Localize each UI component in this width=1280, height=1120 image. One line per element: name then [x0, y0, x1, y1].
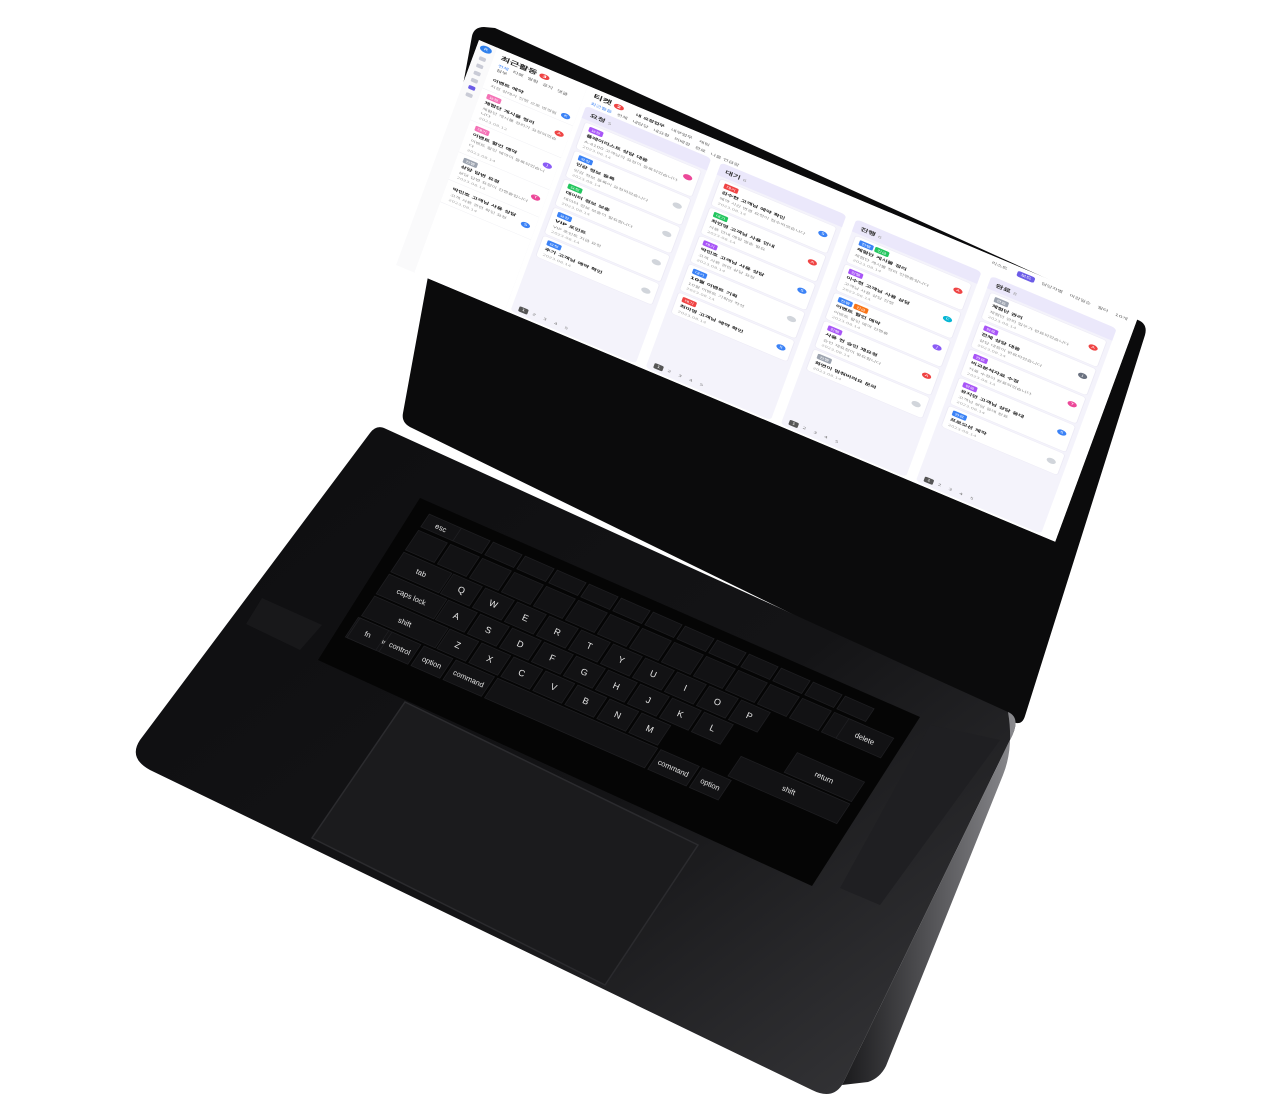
column-count: 5: [606, 121, 612, 127]
laptop-mockup: Q W E R T Y U I O P A S D F G H J K L Z X C V B N Mesc tab caps loc…: [0, 0, 1280, 1120]
column-count: 8: [1012, 291, 1018, 297]
page-number[interactable]: 3: [810, 429, 821, 438]
column-title: 요청: [589, 113, 607, 125]
column-title: 대기: [724, 169, 742, 182]
page-number[interactable]: 4: [685, 376, 696, 385]
user-avatar[interactable]: R: [478, 44, 493, 56]
page-number[interactable]: 5: [966, 494, 977, 503]
settings-icon[interactable]: [465, 91, 474, 99]
column-title: 완료: [994, 283, 1012, 295]
page-number[interactable]: 2: [799, 424, 810, 433]
page-number[interactable]: 1: [923, 476, 935, 486]
ticket-icon[interactable]: [467, 84, 476, 92]
activity-filter-chip[interactable]: 공지: [542, 82, 554, 90]
page-number[interactable]: 2: [664, 367, 675, 376]
page-number[interactable]: 3: [539, 315, 550, 324]
activity-filter-chip[interactable]: 댓글: [556, 89, 568, 97]
page-number[interactable]: 4: [956, 490, 967, 499]
calendar-icon[interactable]: [473, 70, 482, 77]
page-number[interactable]: 5: [831, 438, 842, 447]
page-number[interactable]: 2: [529, 311, 540, 320]
page-number[interactable]: 1: [788, 419, 800, 429]
column-count: 6: [877, 234, 883, 240]
chat-icon[interactable]: [475, 63, 484, 70]
page-number[interactable]: 5: [696, 381, 707, 390]
page-number[interactable]: 4: [820, 433, 831, 442]
page-number[interactable]: 4: [550, 320, 561, 329]
page-number[interactable]: 1: [517, 306, 529, 315]
bell-icon[interactable]: [470, 77, 479, 84]
column-count: 6: [742, 178, 748, 184]
page-number[interactable]: 1: [653, 362, 664, 372]
home-icon[interactable]: [478, 55, 487, 63]
page-number[interactable]: 2: [934, 481, 945, 490]
page-number[interactable]: 5: [561, 324, 572, 333]
page-number[interactable]: 3: [675, 372, 686, 381]
page-number[interactable]: 3: [945, 485, 956, 494]
column-title: 진행: [859, 226, 877, 238]
